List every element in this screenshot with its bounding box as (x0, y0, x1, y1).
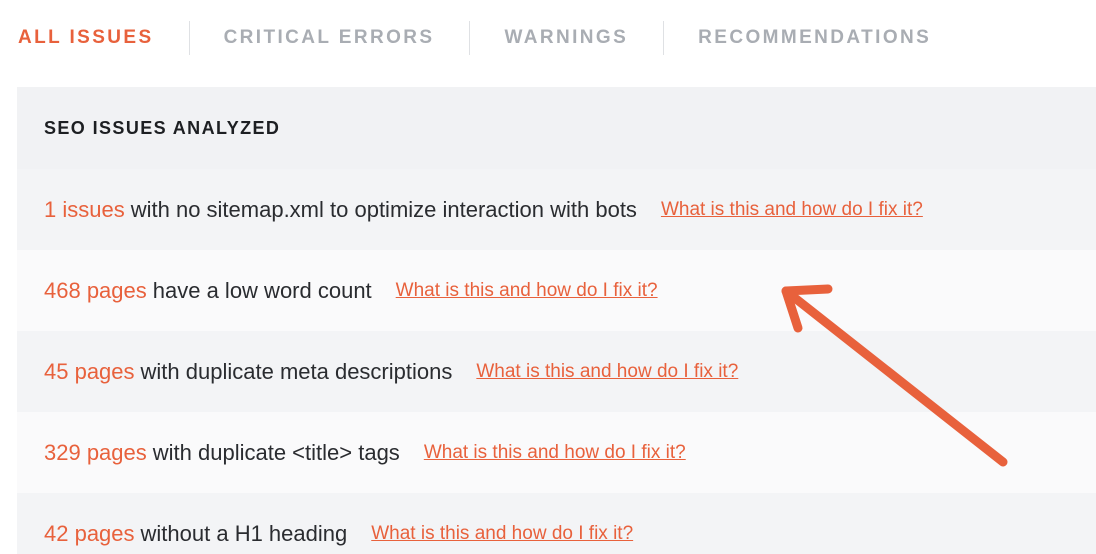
issue-row: 42 pages without a H1 heading What is th… (17, 493, 1096, 554)
fix-help-link[interactable]: What is this and how do I fix it? (396, 280, 658, 302)
issue-description: have a low word count (152, 277, 372, 303)
tab-critical-errors[interactable]: CRITICAL ERRORS (224, 27, 435, 49)
issue-tabs: ALL ISSUES CRITICAL ERRORS WARNINGS RECO… (0, 0, 931, 76)
panel-header: SEO ISSUES ANALYZED (17, 87, 1096, 169)
issue-description: with duplicate <title> tags (152, 439, 400, 465)
fix-help-link[interactable]: What is this and how do I fix it? (476, 361, 738, 383)
issue-count: 329 pages (44, 439, 147, 465)
issue-row: 468 pages have a low word count What is … (17, 250, 1096, 331)
issue-row: 329 pages with duplicate <title> tags Wh… (17, 412, 1096, 493)
fix-help-link[interactable]: What is this and how do I fix it? (424, 442, 686, 464)
issue-count: 1 issues (44, 196, 125, 222)
issue-description: without a H1 heading (140, 520, 348, 546)
tab-divider (469, 21, 471, 55)
tab-divider (663, 21, 665, 55)
issue-row: 45 pages with duplicate meta description… (17, 331, 1096, 412)
issue-description: with duplicate meta descriptions (140, 358, 453, 384)
issue-row: 1 issues with no sitemap.xml to optimize… (17, 169, 1096, 250)
tab-warnings[interactable]: WARNINGS (504, 27, 628, 49)
fix-help-link[interactable]: What is this and how do I fix it? (661, 199, 923, 221)
issue-count: 468 pages (44, 277, 147, 303)
tab-recommendations[interactable]: RECOMMENDATIONS (698, 27, 931, 49)
fix-help-link[interactable]: What is this and how do I fix it? (371, 523, 633, 545)
issue-count: 45 pages (44, 358, 135, 384)
issues-panel: SEO ISSUES ANALYZED 1 issues with no sit… (17, 87, 1096, 554)
tab-all-issues[interactable]: ALL ISSUES (18, 27, 154, 49)
panel-title: SEO ISSUES ANALYZED (44, 117, 281, 138)
issue-description: with no sitemap.xml to optimize interact… (130, 196, 637, 222)
tab-divider (188, 21, 190, 55)
seo-issues-page: ALL ISSUES CRITICAL ERRORS WARNINGS RECO… (0, 0, 1096, 554)
issue-count: 42 pages (44, 520, 135, 546)
